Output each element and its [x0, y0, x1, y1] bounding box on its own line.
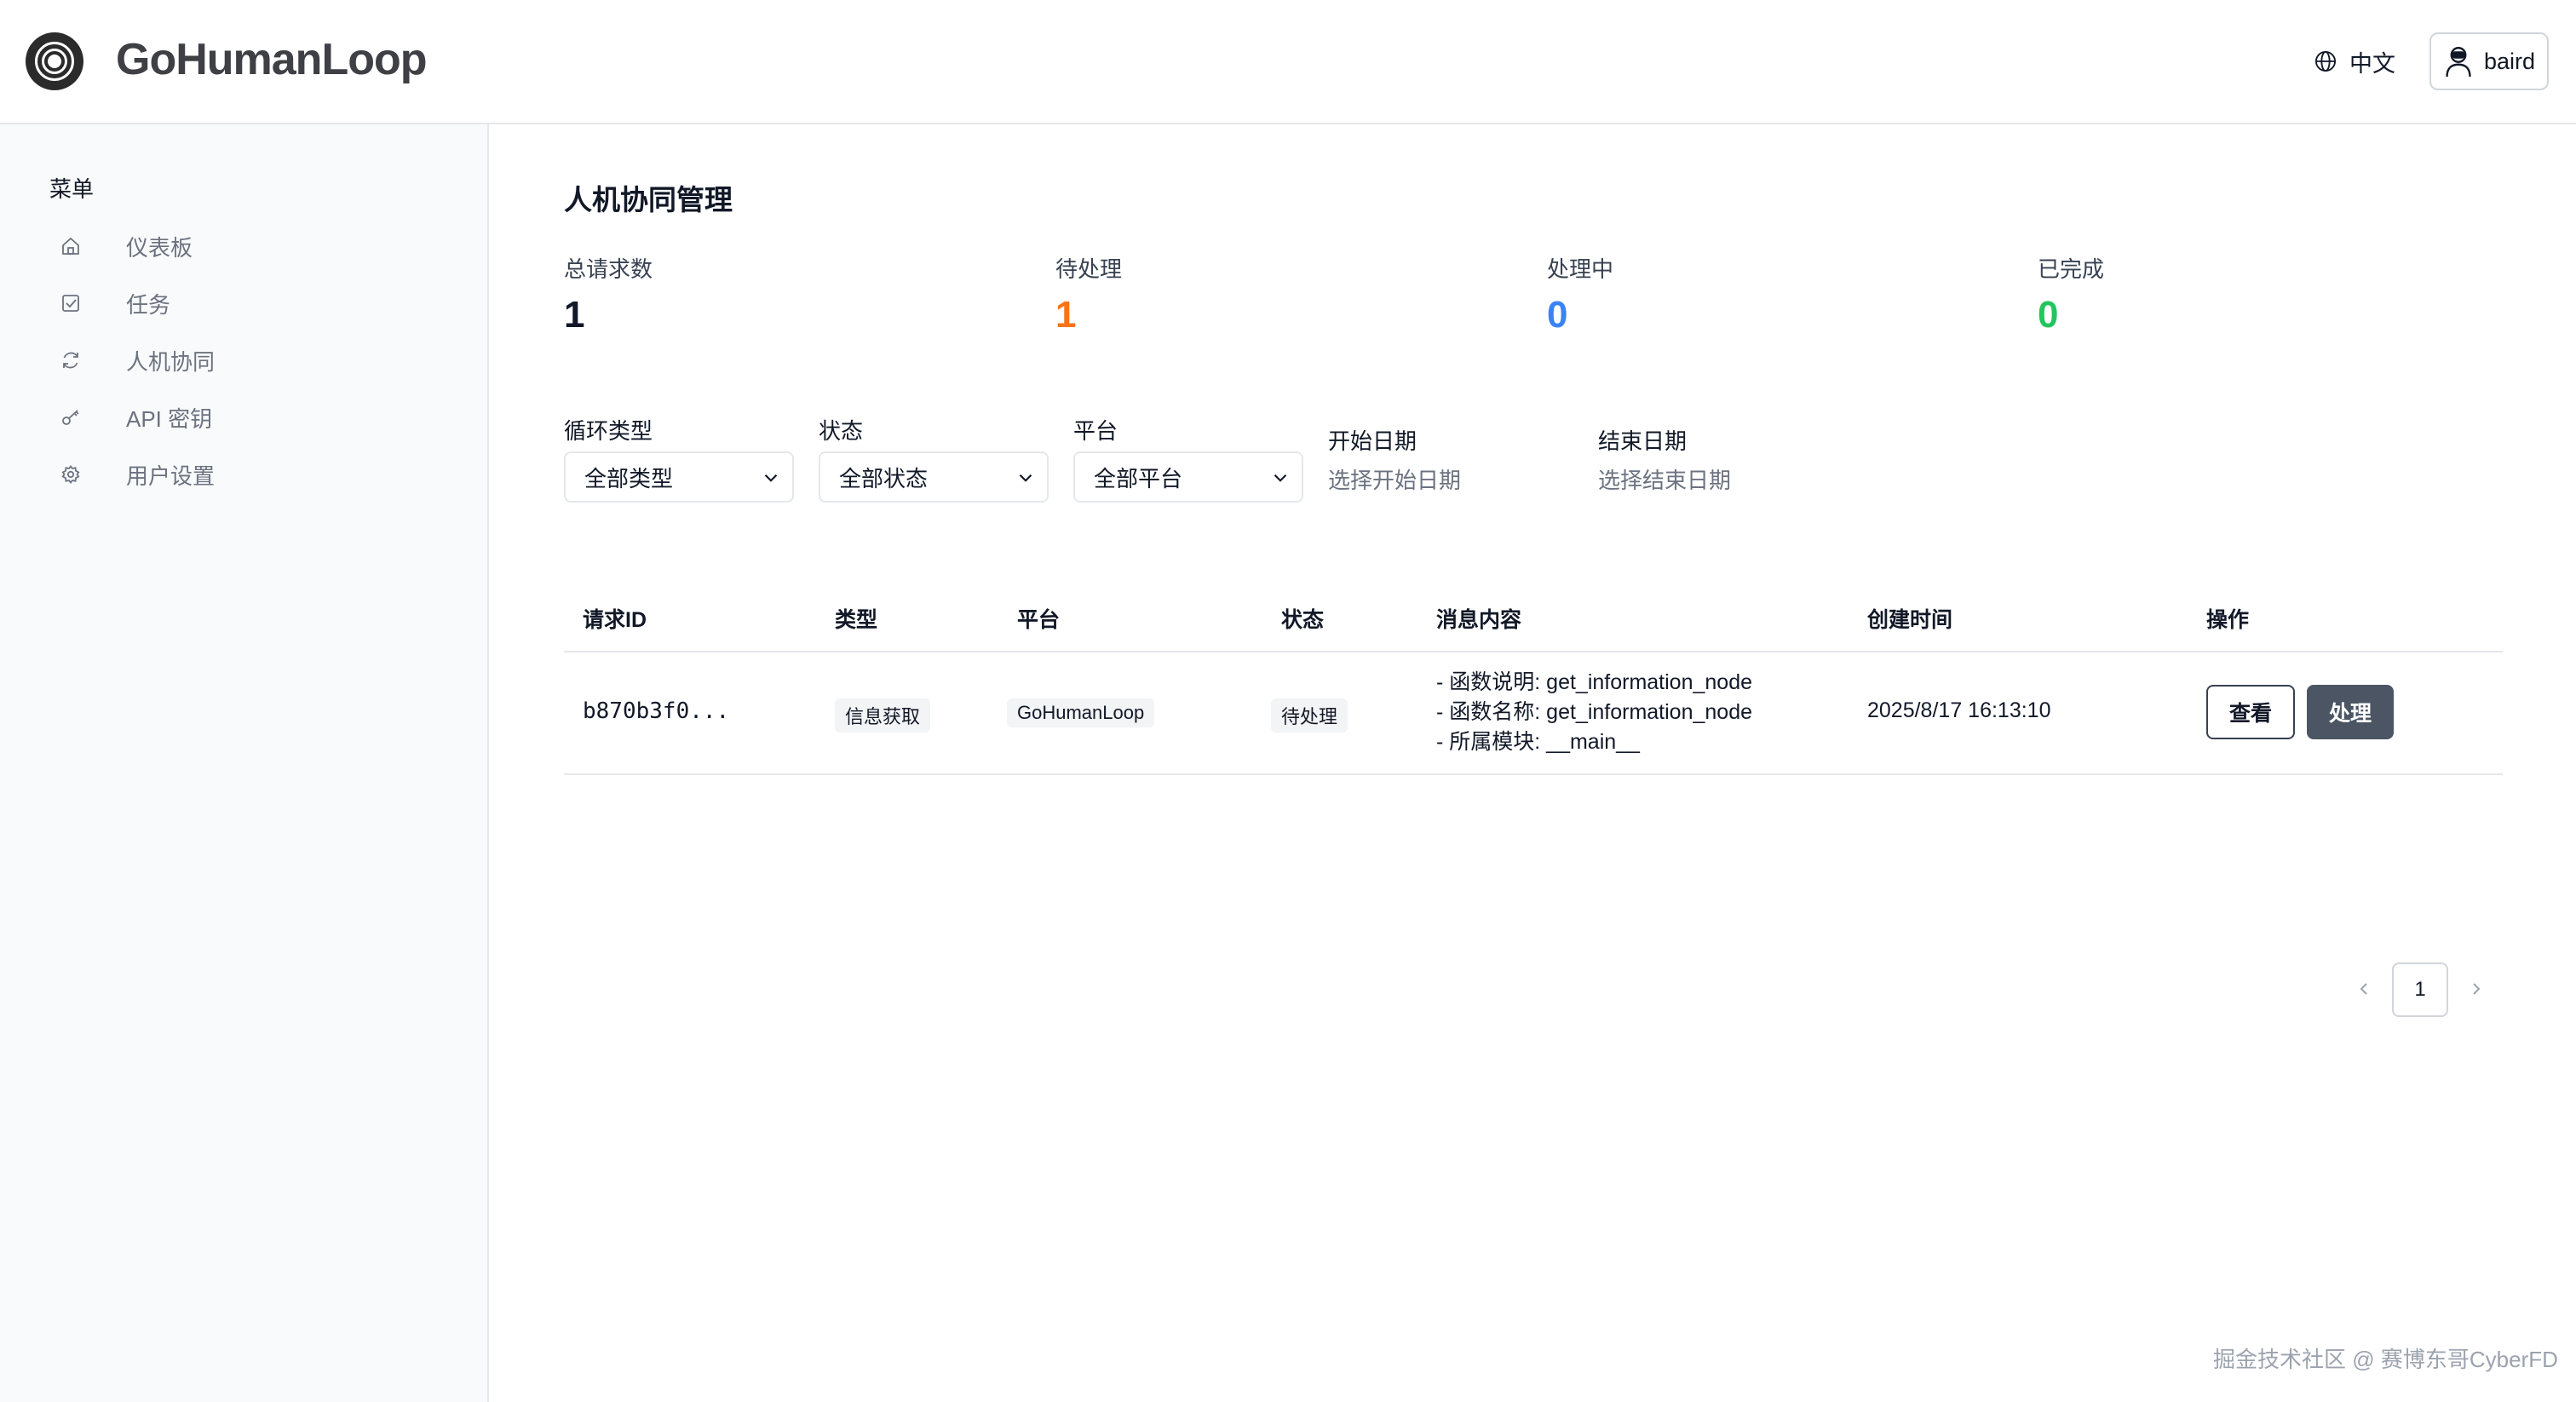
- stat-completed: 已完成 0: [2038, 252, 2104, 336]
- sidebar-item-human-loop[interactable]: 人机协同: [49, 339, 458, 382]
- filter-status-label: 状态: [819, 418, 864, 444]
- user-menu-button[interactable]: baird: [2429, 32, 2549, 90]
- column-header: 操作: [2206, 608, 2250, 632]
- home-icon: [58, 233, 83, 259]
- loop-type-select[interactable]: 全部类型: [564, 451, 794, 503]
- loop-type-value: 全部类型: [584, 465, 674, 491]
- sidebar-title: 菜单: [49, 176, 95, 202]
- created-time: 2025/8/17 16:13:10: [1867, 698, 2051, 722]
- chevron-down-icon: [1019, 474, 1032, 482]
- language-switcher[interactable]: 中文: [2314, 44, 2395, 78]
- brand-name: GoHumanLoop: [116, 35, 428, 84]
- user-avatar-icon: [2446, 47, 2471, 78]
- filter-platform-label: 平台: [1073, 418, 1118, 444]
- stat-label: 处理中: [1547, 256, 1614, 282]
- stat-value: 1: [1055, 294, 1077, 336]
- next-page-button[interactable]: [2464, 976, 2489, 1002]
- stat-pending: 待处理 1: [1055, 252, 1122, 336]
- column-header: 状态: [1281, 608, 1325, 632]
- status-badge: 待处理: [1271, 698, 1348, 733]
- filter-start-date-label: 开始日期: [1328, 428, 1417, 454]
- refresh-icon: [58, 348, 83, 373]
- sidebar-item-user-settings[interactable]: 用户设置: [49, 453, 458, 496]
- chevron-down-icon: [764, 474, 778, 482]
- filter-loop-type-label: 循环类型: [564, 418, 653, 444]
- sidebar-item-api-keys[interactable]: API 密钥: [49, 396, 458, 439]
- stat-value: 1: [564, 294, 585, 336]
- language-label: 中文: [2349, 50, 2395, 77]
- sidebar-item-label: 用户设置: [126, 463, 216, 489]
- checkbox-icon: [58, 290, 83, 316]
- column-header: 创建时间: [1867, 608, 1953, 632]
- sidebar-item-label: 任务: [126, 291, 171, 318]
- stat-value: 0: [2038, 294, 2059, 336]
- status-value: 全部状态: [839, 465, 929, 491]
- view-button[interactable]: 查看: [2206, 685, 2295, 739]
- chevron-left-icon: [2360, 983, 2367, 995]
- sidebar: 菜单 仪表板 任务 人机协同 API 密钥 用户设置: [0, 124, 489, 1402]
- logo-icon: [26, 32, 83, 90]
- message-content: - 函数说明: get_information_node - 函数名称: get…: [1436, 668, 1752, 757]
- filter-end-date-label: 结束日期: [1598, 428, 1688, 454]
- sidebar-item-tasks[interactable]: 任务: [49, 282, 458, 325]
- column-header: 消息内容: [1436, 608, 1522, 632]
- message-line: - 函数名称: get_information_node: [1436, 700, 1753, 724]
- platform-badge: GoHumanLoop: [1007, 698, 1155, 727]
- user-name: baird: [2483, 48, 2536, 74]
- sidebar-item-label: API 密钥: [126, 405, 213, 432]
- platform-value: 全部平台: [1094, 465, 1183, 491]
- stat-label: 总请求数: [564, 256, 653, 282]
- prev-page-button[interactable]: [2351, 976, 2377, 1002]
- type-badge: 信息获取: [835, 698, 931, 733]
- stat-total-requests: 总请求数 1: [564, 252, 653, 336]
- sidebar-item-dashboard[interactable]: 仪表板: [49, 225, 458, 267]
- platform-select[interactable]: 全部平台: [1073, 451, 1303, 503]
- globe-icon: [2314, 50, 2337, 72]
- page-number-button[interactable]: 1: [2392, 962, 2448, 1017]
- column-header: 类型: [835, 608, 878, 632]
- key-icon: [58, 405, 83, 430]
- sidebar-item-label: 仪表板: [126, 234, 193, 261]
- request-id[interactable]: b870b3f0...: [583, 698, 729, 724]
- main-content: 人机协同管理 总请求数 1 待处理 1 处理中 0 已完成 0 循环类型 全部类…: [491, 124, 2576, 1402]
- stat-label: 已完成: [2038, 256, 2105, 282]
- end-date-input[interactable]: 选择结束日期: [1598, 463, 1731, 495]
- status-select[interactable]: 全部状态: [819, 451, 1049, 503]
- table-row: b870b3f0... 信息获取 GoHumanLoop 待处理 - 函数说明:…: [564, 652, 2503, 775]
- chevron-right-icon: [2473, 983, 2481, 995]
- message-line: - 函数说明: get_information_node: [1436, 670, 1753, 694]
- top-bar: GoHumanLoop 中文 baird: [0, 0, 2576, 124]
- start-date-input[interactable]: 选择开始日期: [1328, 463, 1461, 495]
- sidebar-item-label: 人机协同: [126, 348, 216, 375]
- stat-value: 0: [1547, 294, 1568, 336]
- chevron-down-icon: [1274, 474, 1287, 482]
- table-header: 请求ID 类型 平台 状态 消息内容 创建时间 操作: [564, 579, 2503, 652]
- column-header: 平台: [1017, 608, 1061, 632]
- stat-in-progress: 处理中 0: [1547, 252, 1613, 336]
- gear-icon: [58, 462, 83, 487]
- message-line: - 所属模块: __main__: [1436, 730, 1640, 754]
- stat-label: 待处理: [1055, 256, 1123, 282]
- page-title: 人机协同管理: [564, 184, 733, 215]
- watermark: 掘金技术社区 @ 赛博东哥CyberFD: [2213, 1347, 2558, 1372]
- process-button[interactable]: 处理: [2307, 685, 2394, 739]
- column-header: 请求ID: [583, 608, 647, 632]
